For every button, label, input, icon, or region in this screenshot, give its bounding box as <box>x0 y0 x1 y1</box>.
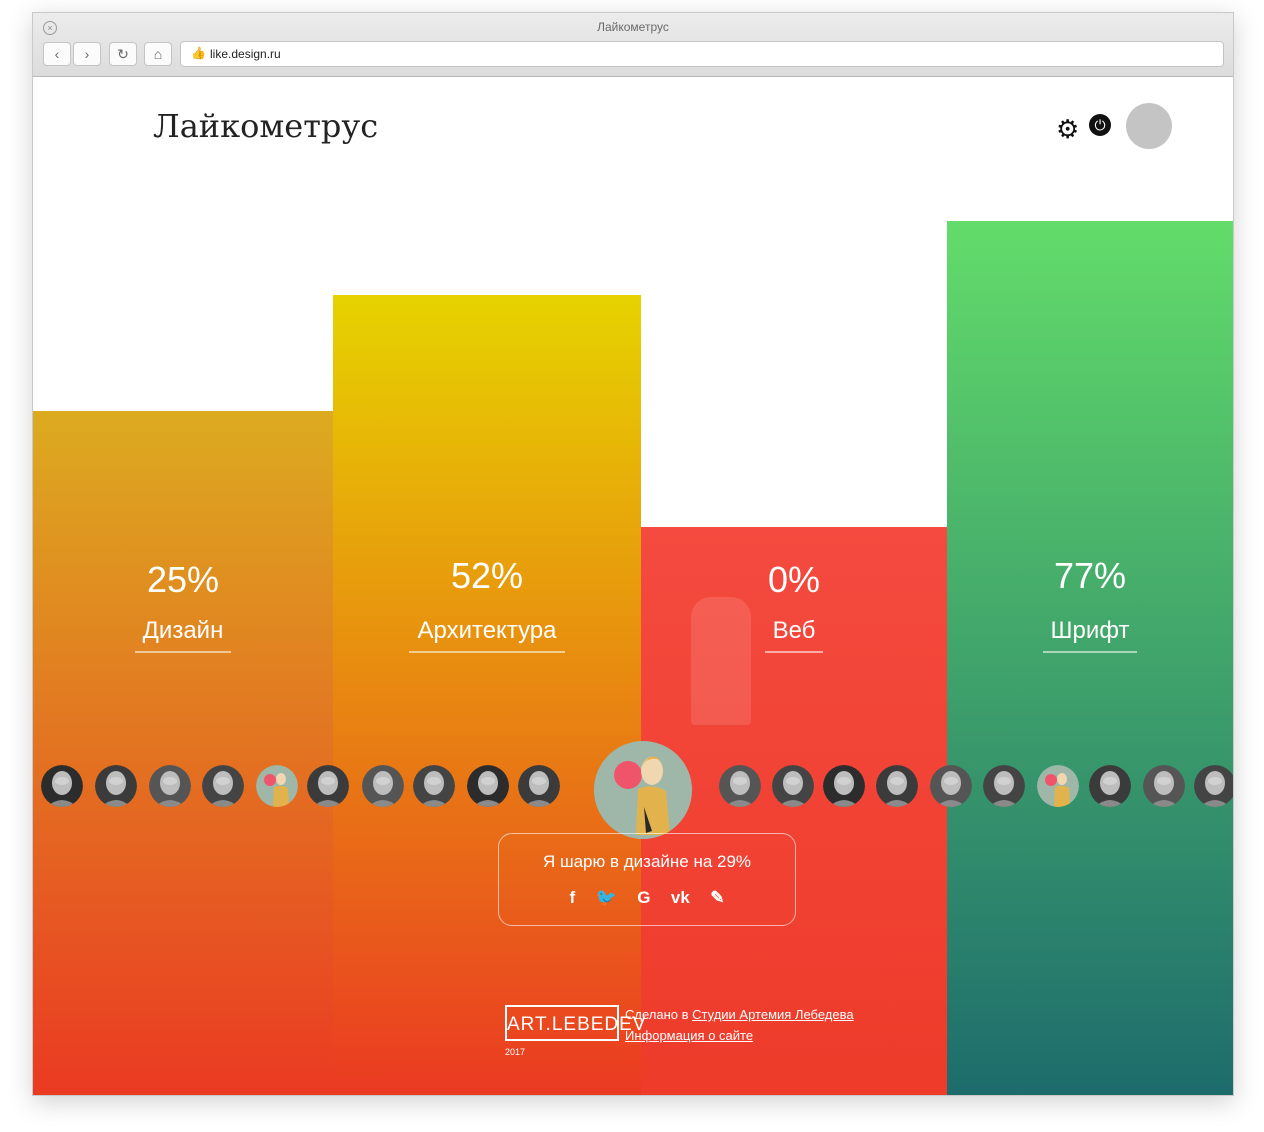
current-user-avatar[interactable] <box>594 741 692 839</box>
member-avatar[interactable] <box>467 765 509 807</box>
category-name[interactable]: Шрифт <box>947 617 1233 653</box>
member-avatar[interactable] <box>518 765 560 807</box>
footer-made: Сделано в Студии Артемия Лебедева <box>625 1007 854 1022</box>
category-name[interactable]: Веб <box>641 617 947 653</box>
artlebedev-logo[interactable]: ART.LEBEDEV <box>505 1005 645 1041</box>
category-percent: 52% <box>450 555 524 596</box>
livejournal-icon[interactable]: ✎ <box>710 888 724 908</box>
member-avatar[interactable] <box>823 765 865 807</box>
category-percent: 25% <box>146 559 220 600</box>
ghost-figure <box>691 597 751 725</box>
category-percent: 0% <box>767 559 821 600</box>
category-column[interactable]: 52% Архитектура <box>333 295 641 1095</box>
site-info-link[interactable]: Информация о сайте <box>625 1028 753 1043</box>
twitter-icon[interactable]: 🐦 <box>596 888 617 908</box>
vk-icon[interactable]: vk <box>671 888 690 908</box>
address-url[interactable]: like.design.ru <box>210 47 281 61</box>
member-avatar[interactable] <box>876 765 918 807</box>
share-text: Я шарю в дизайне на 29% <box>542 852 752 871</box>
member-avatar[interactable] <box>413 765 455 807</box>
window-title: Лайкометрус <box>597 20 669 34</box>
member-avatar[interactable] <box>772 765 814 807</box>
share-box: Я шарю в дизайне на 29% f 🐦 G vk ✎ <box>498 833 796 926</box>
category-column[interactable]: 25% Дизайн <box>33 411 333 1095</box>
category-label: Шрифт <box>1042 617 1138 653</box>
gear-icon[interactable]: ⚙ <box>1056 114 1079 145</box>
category-label: Архитектура <box>409 617 565 653</box>
back-button[interactable]: ‹ <box>43 42 71 66</box>
reload-button[interactable]: ↻ <box>109 42 137 66</box>
home-button[interactable]: ⌂ <box>144 42 172 66</box>
google-icon[interactable]: G <box>637 888 650 908</box>
site-logo[interactable]: Лайкометрус <box>153 107 378 145</box>
category-percent: 77% <box>1053 555 1127 596</box>
page: 25% Дизайн 52% Архитектура 0% Веб 77% Шрифт Лай… <box>33 77 1233 1095</box>
category-label: Веб <box>764 617 824 653</box>
category-name[interactable]: Дизайн <box>33 617 333 653</box>
member-avatar[interactable] <box>1037 765 1079 807</box>
member-avatar[interactable] <box>1143 765 1185 807</box>
category-name[interactable]: Архитектура <box>333 617 641 653</box>
titlebar: × Лайкометрус ‹ › ↻ ⌂ 👍 like.design.ru <box>33 13 1233 77</box>
forward-button[interactable]: › <box>73 42 101 66</box>
member-avatar[interactable] <box>930 765 972 807</box>
studio-link[interactable]: Студии Артемия Лебедева <box>692 1007 853 1022</box>
category-column[interactable]: 77% Шрифт <box>947 221 1233 1095</box>
thumbs-up-icon: 👍 <box>191 46 206 60</box>
member-avatar[interactable] <box>1194 765 1233 807</box>
share-icons: f 🐦 G vk ✎ <box>499 888 795 908</box>
power-icon[interactable]: ⏻ <box>1089 114 1111 136</box>
member-avatar[interactable] <box>149 765 191 807</box>
footer-made-prefix: Сделано в <box>625 1007 689 1022</box>
member-avatar[interactable] <box>307 765 349 807</box>
browser-window: × Лайкометрус ‹ › ↻ ⌂ 👍 like.design.ru 2… <box>32 12 1234 1096</box>
member-avatar[interactable] <box>95 765 137 807</box>
category-label: Дизайн <box>134 617 232 653</box>
member-avatar[interactable] <box>41 765 83 807</box>
footer-year: 2017 <box>505 1047 526 1057</box>
member-avatar[interactable] <box>202 765 244 807</box>
member-avatar[interactable] <box>983 765 1025 807</box>
address-bar[interactable]: 👍 like.design.ru <box>180 41 1224 67</box>
facebook-icon[interactable]: f <box>569 888 575 908</box>
member-avatar[interactable] <box>1089 765 1131 807</box>
member-avatar[interactable] <box>362 765 404 807</box>
member-avatar[interactable] <box>719 765 761 807</box>
user-avatar[interactable] <box>1126 103 1172 149</box>
member-avatar[interactable] <box>256 765 298 807</box>
